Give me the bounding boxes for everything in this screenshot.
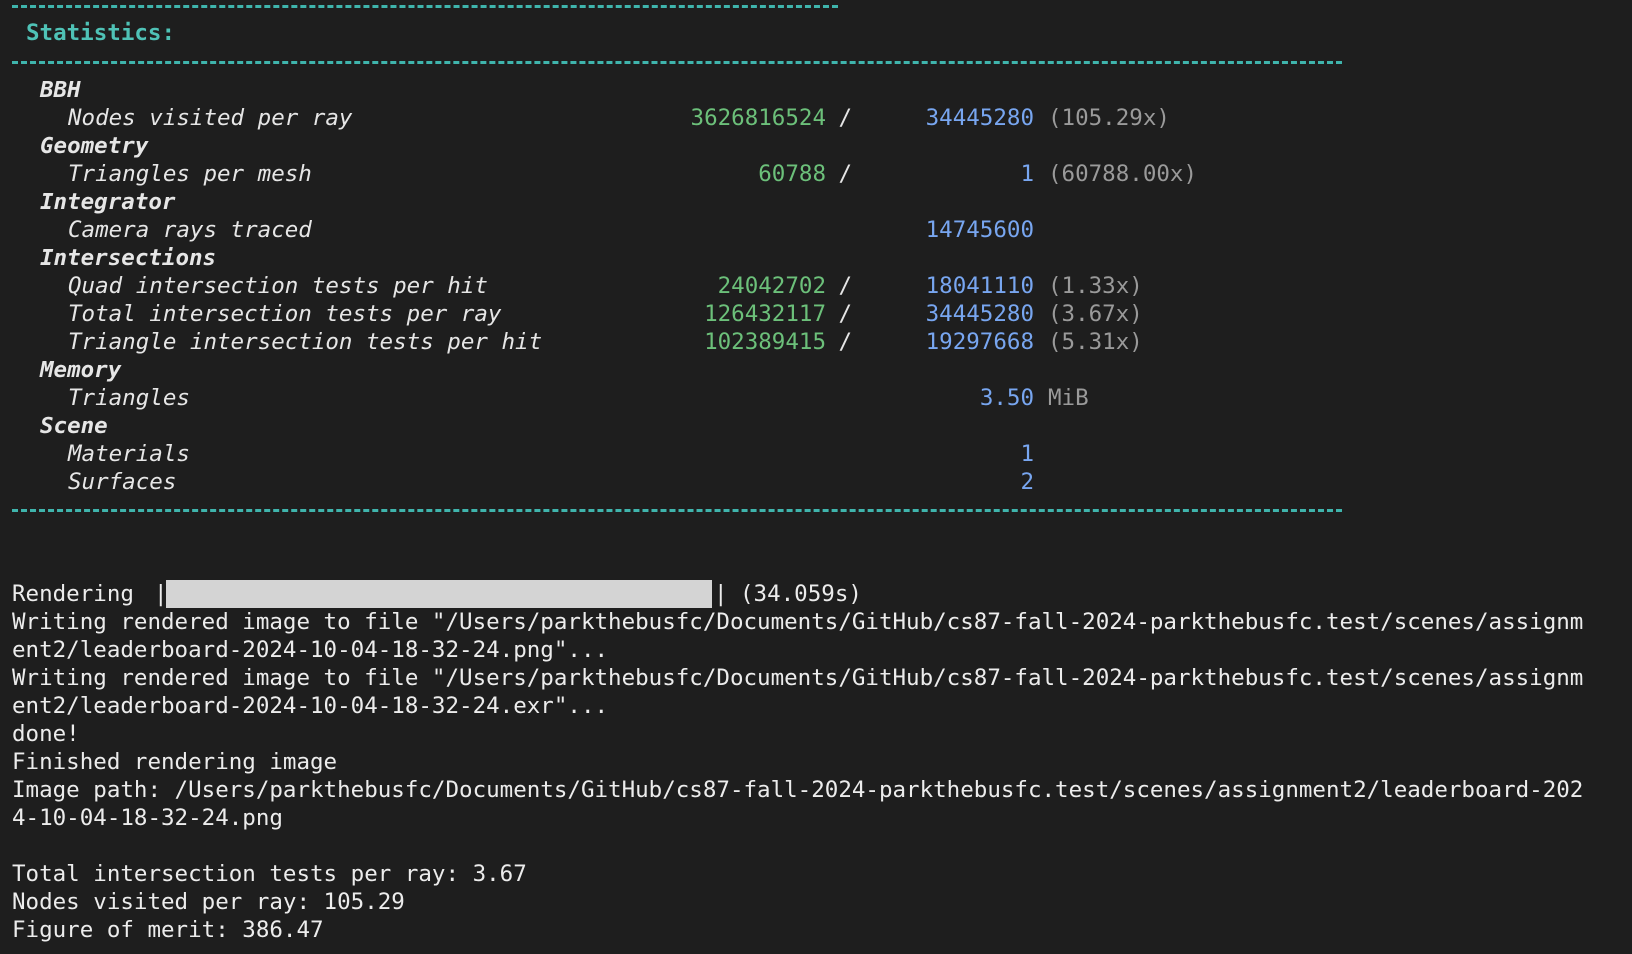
write-exr-line-2: ent2/leaderboard-2024-10-04-18-32-24.exr… bbox=[12, 693, 609, 719]
stat-label-memory-triangles: Triangles bbox=[68, 385, 190, 411]
stat-label-nodes-visited: Nodes visited per ray bbox=[68, 105, 353, 131]
category-geometry: Geometry bbox=[40, 133, 149, 159]
done-line: done! bbox=[12, 721, 80, 747]
stat-numerator-nodes: 3626816524 bbox=[690, 105, 826, 131]
stat-denominator-nodes: 34445280 bbox=[925, 105, 1034, 131]
finished-line: Finished rendering image bbox=[12, 749, 338, 775]
category-bbh: BBH bbox=[40, 77, 81, 103]
stat-ratio-quad: (1.33x) bbox=[1048, 273, 1143, 299]
category-integrator: Integrator bbox=[40, 189, 176, 215]
summary-merit: Figure of merit: 386.47 bbox=[12, 917, 324, 943]
stat-value-materials: 1 bbox=[1020, 441, 1034, 467]
stat-label-triangle-tests: Triangle intersection tests per hit bbox=[68, 329, 543, 355]
write-png-line-1: Writing rendered image to file "/Users/p… bbox=[12, 609, 1584, 635]
category-intersections: Intersections bbox=[40, 245, 217, 271]
progress-right-pipe: | bbox=[714, 581, 728, 607]
rendering-label: Rendering bbox=[12, 581, 134, 607]
image-path-line-1: Image path: /Users/parkthebusfc/Document… bbox=[12, 777, 1584, 803]
stat-ratio-total: (3.67x) bbox=[1048, 301, 1143, 327]
top-divider bbox=[12, 5, 838, 8]
stat-numerator-triangles-mesh: 60788 bbox=[758, 161, 826, 187]
stats-divider-top bbox=[12, 61, 1342, 64]
write-png-line-2: ent2/leaderboard-2024-10-04-18-32-24.png… bbox=[12, 637, 609, 663]
summary-total-tests: Total intersection tests per ray: 3.67 bbox=[12, 861, 527, 887]
progress-bar-fill bbox=[166, 580, 712, 608]
stat-denominator-triangles-mesh: 1 bbox=[1020, 161, 1034, 187]
progress-bar bbox=[166, 580, 712, 608]
stat-label-triangles-per-mesh: Triangles per mesh bbox=[68, 161, 312, 187]
category-memory: Memory bbox=[40, 357, 122, 383]
stat-label-quad-tests: Quad intersection tests per hit bbox=[68, 273, 488, 299]
stat-label-total-tests: Total intersection tests per ray bbox=[68, 301, 502, 327]
stat-label-surfaces: Surfaces bbox=[68, 469, 177, 495]
stat-numerator-quad: 24042702 bbox=[717, 273, 826, 299]
stat-value-surfaces: 2 bbox=[1020, 469, 1034, 495]
stat-label-materials: Materials bbox=[68, 441, 190, 467]
stat-ratio-triangle: (5.31x) bbox=[1048, 329, 1143, 355]
render-time: (34.059s) bbox=[740, 581, 862, 607]
stats-divider-bottom bbox=[12, 509, 1342, 512]
stat-denominator-total: 34445280 bbox=[925, 301, 1034, 327]
stat-denominator-quad: 18041110 bbox=[925, 273, 1034, 299]
stat-value-camera-rays: 14745600 bbox=[925, 217, 1034, 243]
write-exr-line-1: Writing rendered image to file "/Users/p… bbox=[12, 665, 1584, 691]
stat-numerator-triangle: 102389415 bbox=[704, 329, 826, 355]
image-path-line-2: 4-10-04-18-32-24.png bbox=[12, 805, 283, 831]
summary-nodes-visited: Nodes visited per ray: 105.29 bbox=[12, 889, 405, 915]
stat-value-memory-triangles: 3.50 bbox=[979, 385, 1034, 411]
statistics-title: Statistics: bbox=[26, 20, 176, 46]
stat-numerator-total: 126432117 bbox=[704, 301, 826, 327]
stat-unit-memory: MiB bbox=[1048, 385, 1089, 411]
category-scene: Scene bbox=[40, 413, 108, 439]
stat-ratio-nodes: (105.29x) bbox=[1048, 105, 1170, 131]
stat-denominator-triangle: 19297668 bbox=[925, 329, 1034, 355]
stat-label-camera-rays: Camera rays traced bbox=[68, 217, 312, 243]
stat-ratio-triangles-mesh: (60788.00x) bbox=[1048, 161, 1198, 187]
